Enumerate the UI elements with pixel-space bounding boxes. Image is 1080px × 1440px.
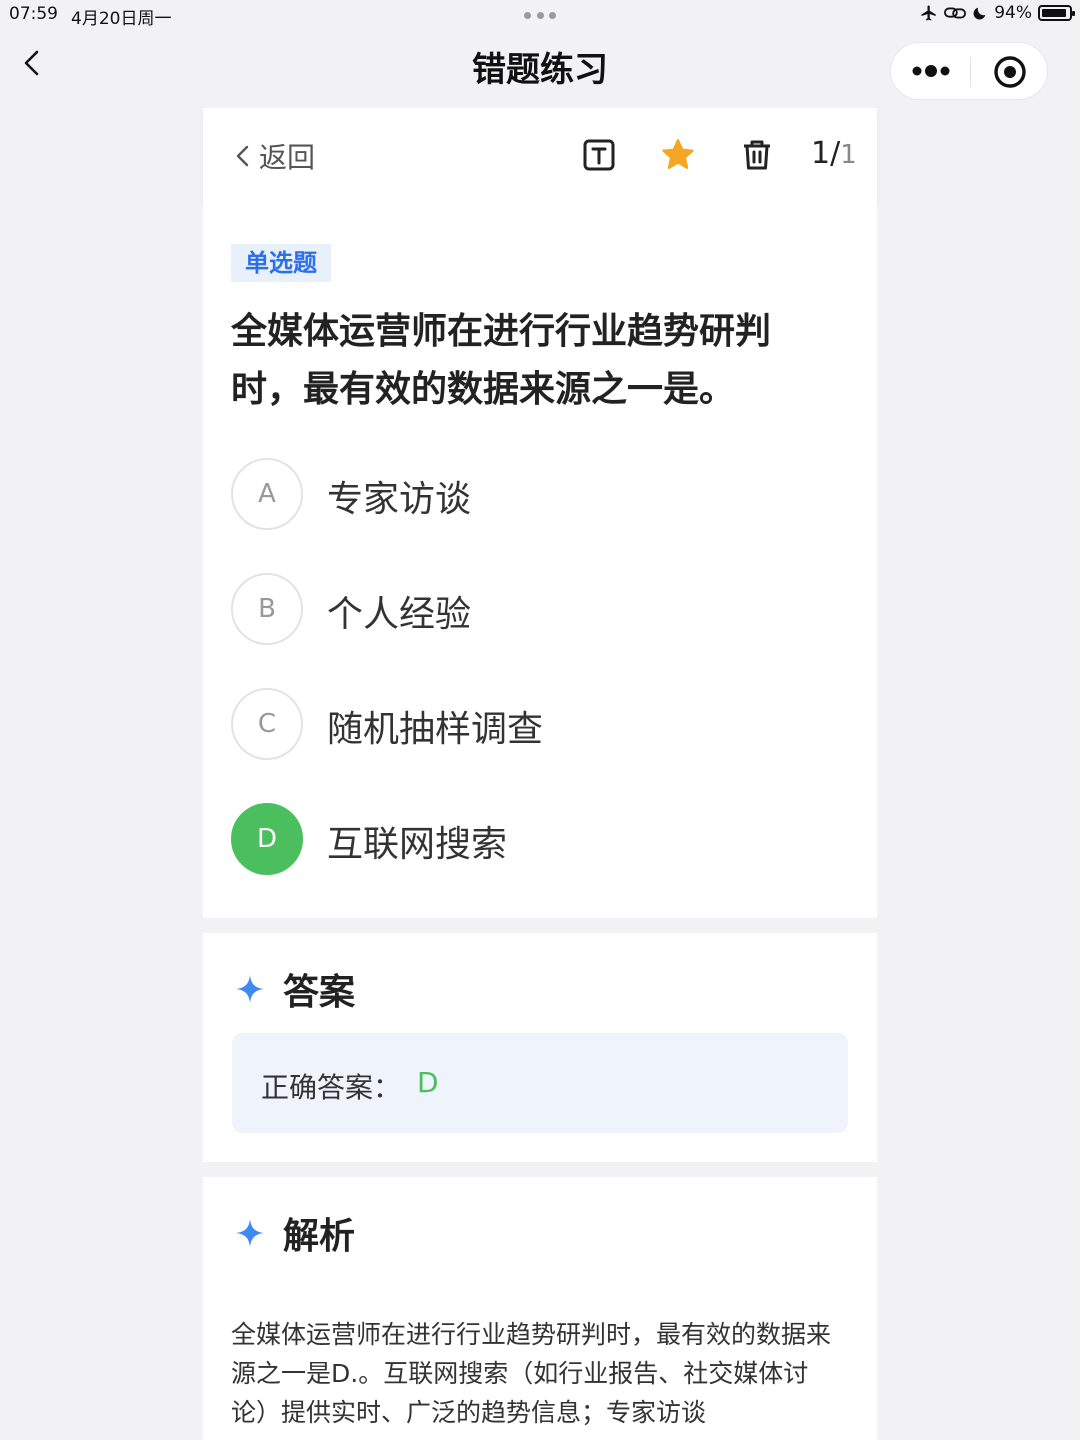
favorite-star-icon[interactable] (661, 138, 695, 172)
option-text: 互联网搜索 (327, 824, 508, 865)
battery-percent: 94% (994, 3, 1032, 23)
option-letter: A (231, 458, 303, 530)
capsule-divider (970, 57, 971, 87)
option-letter: B (231, 573, 303, 645)
moon-icon (973, 7, 986, 20)
question-type-badge: 单选题 (231, 244, 331, 282)
close-target-icon[interactable] (993, 55, 1027, 89)
back-label: 返回 (259, 141, 316, 174)
option-c[interactable]: C 随机抽样调查 (231, 688, 831, 760)
more-icon[interactable] (911, 63, 951, 79)
link-icon (944, 7, 967, 19)
correct-answer-box: 正确答案： D (232, 1033, 848, 1133)
status-bar: 07:59 4月20日周一 94% (0, 0, 1080, 30)
status-date: 4月20日周一 (71, 9, 172, 29)
analysis-heading-label: 解析 (283, 1216, 356, 1257)
option-text: 专家访谈 (327, 479, 472, 520)
battery-icon (1038, 5, 1075, 21)
page-indicator: 1/1 (811, 136, 857, 171)
sparkle-icon (236, 1219, 264, 1247)
option-b[interactable]: B 个人经验 (231, 573, 831, 645)
page-current: 1 (811, 136, 831, 171)
answer-heading: 答案 (235, 963, 355, 1015)
question-card: 单选题 全媒体运营师在进行行业趋势研判时，最有效的数据来源之一是。 A 专家访谈… (203, 200, 877, 918)
multitask-dots-icon[interactable] (524, 12, 556, 20)
mini-program-capsule (890, 42, 1048, 100)
question-toolbar: 返回 1/1 (203, 108, 877, 200)
option-text: 个人经验 (327, 594, 472, 635)
status-time: 07:59 (9, 4, 58, 24)
page-separator: / (830, 136, 841, 171)
chevron-left-icon (236, 145, 249, 167)
airplane-icon (921, 5, 936, 21)
status-icons: 94% (920, 3, 1075, 23)
analysis-heading: 解析 (235, 1207, 355, 1259)
answer-section: 答案 正确答案： D (203, 933, 877, 1162)
analysis-section: 解析 全媒体运营师在进行行业趋势研判时，最有效的数据来源之一是D.。互联网搜索（… (203, 1177, 877, 1440)
option-letter: D (231, 803, 303, 875)
correct-answer-label: 正确答案： (261, 1071, 402, 1104)
nav-bar: 错题练习 (0, 30, 1080, 108)
page-total: 1 (840, 140, 857, 170)
question-stem: 全媒体运营师在进行行业趋势研判时，最有效的数据来源之一是。 (231, 311, 772, 410)
answer-heading-label: 答案 (283, 972, 356, 1013)
delete-trash-icon[interactable] (740, 138, 774, 172)
font-size-icon[interactable] (582, 138, 616, 172)
option-letter: C (231, 688, 303, 760)
correct-answer-value: D (417, 1066, 439, 1099)
option-d[interactable]: D 互联网搜索 (231, 803, 831, 875)
analysis-text: 全媒体运营师在进行行业趋势研判时，最有效的数据来源之一是D.。互联网搜索（如行业… (231, 1320, 832, 1427)
sparkle-icon (236, 975, 264, 1003)
back-button[interactable]: 返回 (233, 136, 315, 176)
option-a[interactable]: A 专家访谈 (231, 458, 831, 530)
option-text: 随机抽样调查 (327, 709, 544, 750)
